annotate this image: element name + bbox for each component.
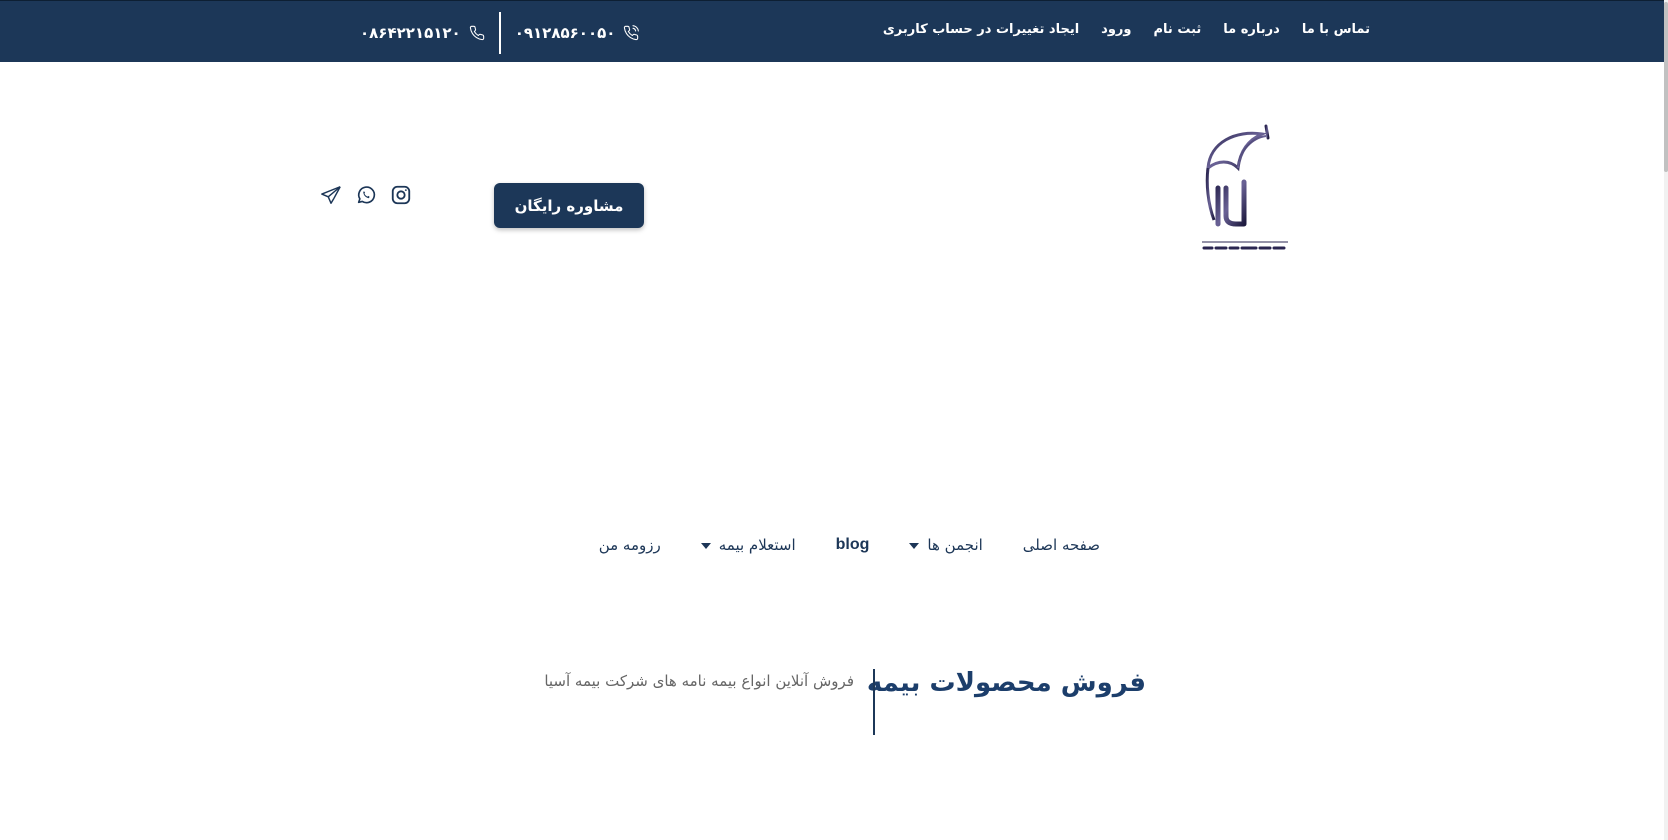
nav-item-forums-label: انجمن ها xyxy=(927,536,983,554)
phone-call-icon xyxy=(624,25,640,41)
nav-item-blog-label: blog xyxy=(835,536,870,553)
caret-down-icon xyxy=(700,543,711,549)
nav-item-resume-label: رزومه من xyxy=(598,536,661,554)
phone-landline-number: ۰۸۶۴۲۲۱۵۱۲۰ xyxy=(360,24,461,42)
top-menu-login[interactable]: ورود xyxy=(1101,22,1131,37)
whatsapp-icon[interactable] xyxy=(355,184,377,206)
section-description: فروش آنلاین انواع بیمه نامه های شرکت بیم… xyxy=(544,672,854,690)
phone-mobile[interactable]: ۰۹۱۲۸۵۶۰۰۵۰ xyxy=(515,24,640,42)
nav-item-home[interactable]: صفحه اصلی xyxy=(1023,536,1100,554)
top-menu-register[interactable]: ثبت نام xyxy=(1154,22,1202,37)
page-scrollbar-thumb[interactable] xyxy=(1664,2,1668,172)
top-bar: تماس با ما درباره ما ثبت نام ورود ایجاد … xyxy=(0,0,1664,62)
nav-item-resume[interactable]: رزومه من xyxy=(599,536,661,554)
nav-item-insurance-inquiry-label: استعلام بیمه xyxy=(718,536,796,554)
telegram-icon[interactable] xyxy=(320,184,342,206)
social-links xyxy=(320,184,412,206)
phone-mobile-number: ۰۹۱۲۸۵۶۰۰۵۰ xyxy=(514,24,616,42)
top-menu-contact[interactable]: تماس با ما xyxy=(1302,22,1370,37)
caret-down-icon xyxy=(909,543,920,549)
top-menu: تماس با ما درباره ما ثبت نام ورود ایجاد … xyxy=(883,1,1370,57)
section-divider xyxy=(873,669,875,735)
instagram-icon[interactable] xyxy=(390,184,412,206)
nav-item-forums[interactable]: انجمن ها xyxy=(909,536,983,554)
phone-landline[interactable]: ۰۸۶۴۲۲۱۵۱۲۰ xyxy=(360,24,485,42)
nav-item-blog[interactable]: blog xyxy=(836,536,870,554)
nav-item-insurance-inquiry[interactable]: استعلام بیمه xyxy=(700,536,796,554)
umbrella-logo-icon xyxy=(1202,124,1288,250)
site-logo[interactable] xyxy=(1196,124,1292,256)
phone-divider xyxy=(498,12,501,54)
free-consultation-button[interactable]: مشاوره رایگان xyxy=(494,183,644,228)
top-menu-about[interactable]: درباره ما xyxy=(1223,22,1280,37)
section-title: فروش محصولات بیمه xyxy=(866,668,1146,698)
page-scrollbar[interactable] xyxy=(1664,0,1668,840)
phone-icon xyxy=(469,25,484,41)
contact-phones: ۰۸۶۴۲۲۱۵۱۲۰ ۰۹۱۲۸۵۶۰۰۵۰ xyxy=(360,12,640,54)
nav-item-home-label: صفحه اصلی xyxy=(1022,536,1100,554)
top-menu-edit-account[interactable]: ایجاد تغییرات در حساب کاربری xyxy=(883,22,1079,37)
main-nav: صفحه اصلی انجمن ها blog استعلام بیمه رزو… xyxy=(560,532,1100,558)
